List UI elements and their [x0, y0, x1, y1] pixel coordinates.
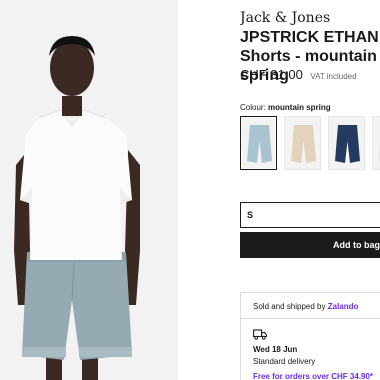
truck-icon: [253, 329, 267, 340]
add-to-bag-button[interactable]: Add to bag: [240, 232, 380, 258]
delivery-date: Wed 18 Jun: [253, 345, 298, 354]
sold-by: Sold and shipped by Zalando: [253, 302, 358, 311]
shorts-icon: [291, 125, 316, 163]
delivery-box: Sold and shipped by Zalando Wed 18 Jun S…: [240, 292, 380, 380]
colour-swatches: [240, 116, 380, 172]
seller-link[interactable]: Zalando: [328, 302, 359, 311]
product-image[interactable]: [0, 0, 178, 380]
shorts-icon: [247, 125, 272, 163]
swatch-beige[interactable]: [284, 116, 321, 170]
selected-colour-name: mountain spring: [268, 103, 331, 112]
vat-note: VAT included: [310, 72, 357, 81]
price-row: CHF 31.00 VAT included: [240, 66, 357, 84]
swatch-navy[interactable]: [328, 116, 365, 170]
divider: [241, 318, 380, 319]
colour-label-prefix: Colour:: [240, 103, 269, 112]
model-photo: [0, 0, 178, 380]
colour-label: Colour: mountain spring: [240, 103, 331, 112]
free-delivery-note[interactable]: Free for orders over CHF 34.90*: [253, 372, 373, 380]
add-to-bag-label: Add to bag: [333, 240, 380, 250]
shorts-icon: [335, 125, 360, 163]
product-info-panel: Jack & Jones JPSTRICK ETHAN - Shorts - m…: [240, 0, 380, 380]
shorts-icon: [378, 144, 380, 162]
sold-by-prefix: Sold and shipped by: [253, 302, 328, 311]
size-select[interactable]: S: [240, 202, 380, 228]
product-price: CHF 31.00: [240, 67, 303, 82]
delivery-type: Standard delivery: [253, 357, 316, 366]
brand-name[interactable]: Jack & Jones: [240, 10, 330, 26]
swatch-mountain-spring[interactable]: [240, 116, 277, 170]
selected-size: S: [247, 210, 254, 220]
swatch-white[interactable]: [372, 116, 380, 170]
